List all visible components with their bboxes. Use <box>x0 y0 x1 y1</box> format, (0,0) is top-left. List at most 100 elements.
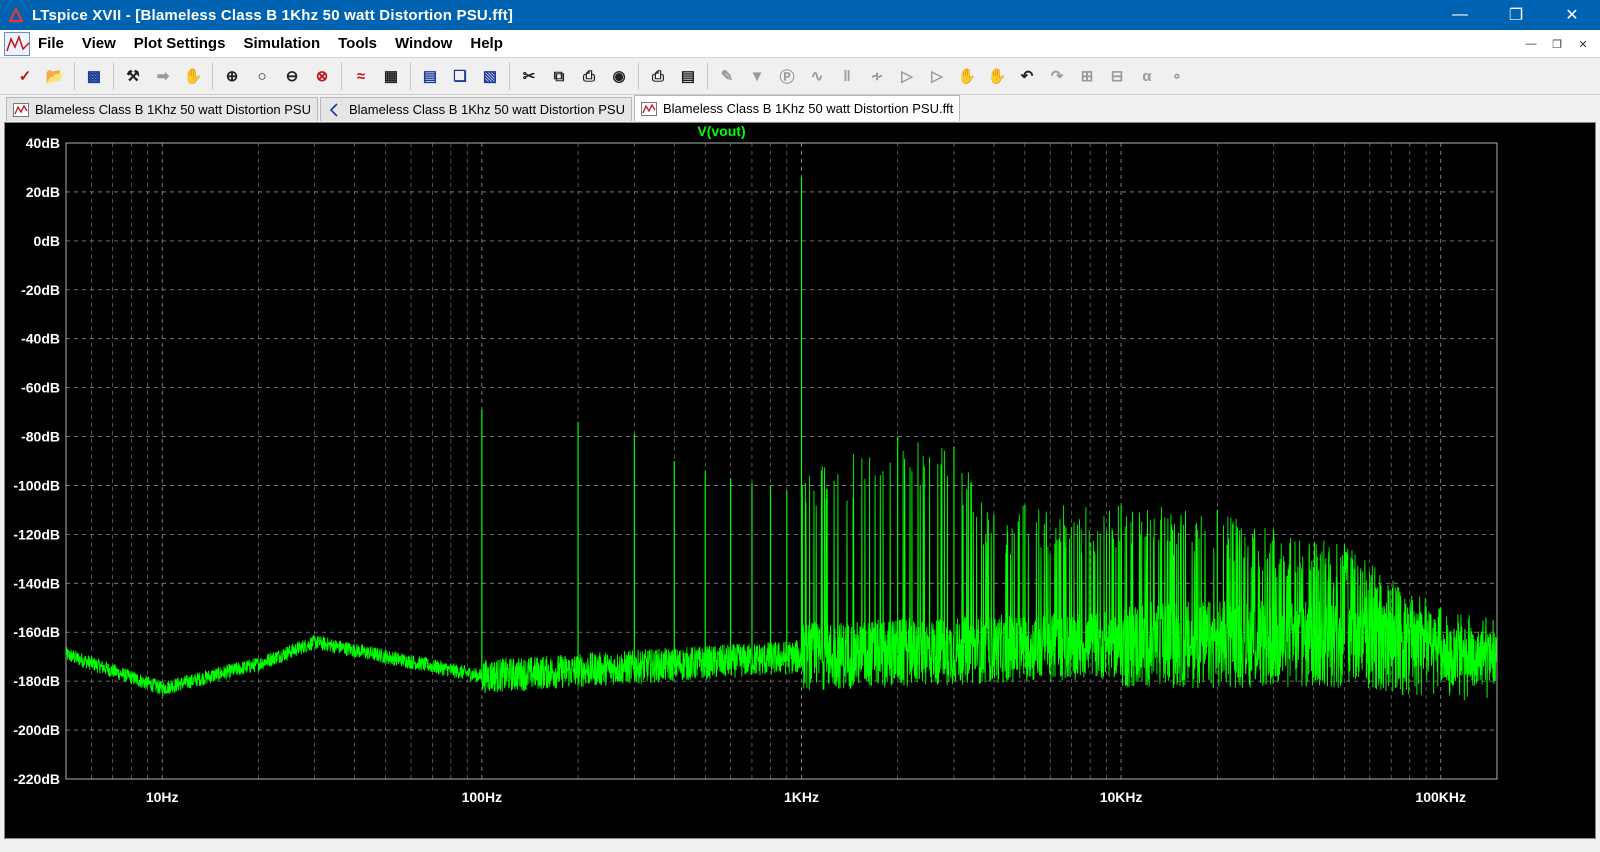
waveform-icon <box>13 102 29 117</box>
x-tick-label: 100KHz <box>1415 789 1466 805</box>
zoom-area-icon[interactable]: ⊕ <box>219 63 245 89</box>
ground-icon[interactable]: ▼ <box>744 63 770 89</box>
inductor-icon[interactable]: ∻ <box>864 63 890 89</box>
y-tick-label: -180dB <box>13 673 60 689</box>
tab-waveform-1[interactable]: Blameless Class B 1Khz 50 watt Distortio… <box>6 97 318 121</box>
y-tick-label: -40dB <box>21 331 60 347</box>
y-tick-label: 40dB <box>26 135 60 151</box>
y-tick-label: -60dB <box>21 380 60 396</box>
doc-minimize-icon[interactable]: — <box>1518 33 1544 55</box>
trace-label[interactable]: V(vout) <box>697 123 745 139</box>
copy-icon[interactable]: ⧉ <box>546 63 572 89</box>
menu-tools[interactable]: Tools <box>338 35 377 52</box>
status-bar <box>0 839 1600 852</box>
minimize-icon[interactable]: — <box>1432 0 1488 30</box>
x-tick-label: 10Hz <box>146 789 179 805</box>
tile-vertical-icon[interactable]: ▧ <box>477 63 503 89</box>
tab-label: Blameless Class B 1Khz 50 watt Distortio… <box>35 102 311 117</box>
find-binoculars-icon[interactable]: ◉ <box>606 63 632 89</box>
control-panel-hammer-icon[interactable]: ⚒ <box>120 63 146 89</box>
y-tick-label: -160dB <box>13 624 60 640</box>
label-net-icon[interactable]: Ⓟ <box>774 63 800 89</box>
menu-simulation[interactable]: Simulation <box>243 35 320 52</box>
toolbar-group-run: ⚒ ➡ ✋ <box>113 62 212 90</box>
text-icon[interactable]: α <box>1134 63 1160 89</box>
waveform-icon <box>641 101 657 116</box>
grid <box>65 142 1497 780</box>
mirror-icon[interactable]: ⊟ <box>1104 63 1130 89</box>
undo-icon[interactable]: ↶ <box>1014 63 1040 89</box>
tab-label: Blameless Class B 1Khz 50 watt Distortio… <box>349 102 625 117</box>
print-icon[interactable]: ⎙ <box>645 63 671 89</box>
draw-wire-icon[interactable]: ✎ <box>714 63 740 89</box>
toolbar-group-window: ▤ ❏ ▧ <box>410 62 509 90</box>
resistor-icon[interactable]: ∿ <box>804 63 830 89</box>
paste-icon[interactable]: ⎙ <box>576 63 602 89</box>
toolbar-group-plot: ≈ ▦ <box>341 62 410 90</box>
tab-schematic[interactable]: Blameless Class B 1Khz 50 watt Distortio… <box>320 97 632 121</box>
tab-label: Blameless Class B 1Khz 50 watt Distortio… <box>663 101 954 116</box>
fft-chart[interactable]: 40dB 20dB 0dB -20dB -40dB -60dB -80dB -100dB -12… <box>5 123 1595 838</box>
redo-icon[interactable]: ↷ <box>1044 63 1070 89</box>
rotate-icon[interactable]: ⊞ <box>1074 63 1100 89</box>
run-icon[interactable]: ➡ <box>150 63 176 89</box>
toolbar-group-schematic: ✎ ▼ Ⓟ ∿ ‖ ∻ ▷ ▷ ✋ ✋ ↶ ↷ ⊞ ⊟ α ∘ <box>707 62 1196 90</box>
doc-close-icon[interactable]: ✕ <box>1570 33 1596 55</box>
ltspice-app-icon[interactable] <box>8 7 24 23</box>
zoom-cancel-icon[interactable]: ⊗ <box>309 63 335 89</box>
window-title: LTspice XVII - [Blameless Class B 1Khz 5… <box>32 6 514 24</box>
menu-plot-settings[interactable]: Plot Settings <box>134 35 226 52</box>
menu-window[interactable]: Window <box>395 35 452 52</box>
document-tabs: Blameless Class B 1Khz 50 watt Distortio… <box>0 95 1600 121</box>
close-icon[interactable]: ✕ <box>1544 0 1600 30</box>
window-controls: — ❐ ✕ <box>1432 0 1600 30</box>
doc-restore-icon[interactable]: ❐ <box>1544 33 1570 55</box>
y-tick-label: -140dB <box>13 575 60 591</box>
x-tick-label: 100Hz <box>462 789 502 805</box>
y-tick-label: -100dB <box>13 477 60 493</box>
menu-help[interactable]: Help <box>470 35 503 52</box>
plot-frame <box>65 142 1498 780</box>
y-tick-label: 0dB <box>34 233 60 249</box>
trace-noise-floor <box>65 442 1498 701</box>
y-tick-label: 20dB <box>26 184 60 200</box>
menu-file[interactable]: File <box>38 35 64 52</box>
waveform-plot-pane[interactable]: 40dB 20dB 0dB -20dB -40dB -60dB -80dB -100dB -12… <box>4 122 1596 839</box>
open-folder-icon[interactable]: 📂 <box>42 63 68 89</box>
cut-scissors-icon[interactable]: ✂ <box>516 63 542 89</box>
y-tick-label: -220dB <box>13 771 60 787</box>
capacitor-icon[interactable]: ‖ <box>834 63 860 89</box>
restore-icon[interactable]: ❐ <box>1488 0 1544 30</box>
tile-horizontal-icon[interactable]: ▤ <box>417 63 443 89</box>
diode-icon[interactable]: ▷ <box>894 63 920 89</box>
print-preview-icon[interactable]: ▤ <box>675 63 701 89</box>
manual-limits-icon[interactable]: ▦ <box>378 63 404 89</box>
menu-bar: File View Plot Settings Simulation Tools… <box>0 30 1600 58</box>
y-tick-label: -120dB <box>13 526 60 542</box>
spice-directive-icon[interactable]: ∘ <box>1164 63 1190 89</box>
zoom-out-icon[interactable]: ⊖ <box>279 63 305 89</box>
autorange-icon[interactable]: ≈ <box>348 63 374 89</box>
toolbar-group-edit: ✂ ⧉ ⎙ ◉ <box>509 62 638 90</box>
tab-fft-waveform[interactable]: Blameless Class B 1Khz 50 watt Distortio… <box>634 95 961 121</box>
schematic-icon <box>327 102 343 117</box>
component-icon[interactable]: ▷ <box>924 63 950 89</box>
x-tick-label: 1KHz <box>784 789 819 805</box>
trace-group <box>65 177 1498 701</box>
document-icon[interactable] <box>4 31 30 56</box>
drag-hand-icon[interactable]: ✋ <box>984 63 1010 89</box>
toolbar-group-zoom: ⊕ ○ ⊖ ⊗ <box>212 62 341 90</box>
halt-hand-icon[interactable]: ✋ <box>180 63 206 89</box>
toolbar: ✓ 📂 ▩ ⚒ ➡ ✋ ⊕ ○ ⊖ ⊗ ≈ ▦ ▤ ❏ ▧ ✂ ⧉ ⎙ ◉ ⎙ … <box>0 58 1600 95</box>
toolbar-group-save: ▩ <box>74 62 113 90</box>
menu-view[interactable]: View <box>82 35 116 52</box>
document-window-controls: — ❐ ✕ <box>1518 33 1596 55</box>
toolbar-group-file: ✓ 📂 <box>6 62 74 90</box>
new-schematic-icon[interactable]: ✓ <box>12 63 38 89</box>
move-hand-icon[interactable]: ✋ <box>954 63 980 89</box>
toolbar-group-print: ⎙ ▤ <box>638 62 707 90</box>
y-tick-label: -20dB <box>21 282 60 298</box>
save-icon[interactable]: ▩ <box>81 63 107 89</box>
cascade-icon[interactable]: ❏ <box>447 63 473 89</box>
zoom-fit-icon[interactable]: ○ <box>249 63 275 89</box>
